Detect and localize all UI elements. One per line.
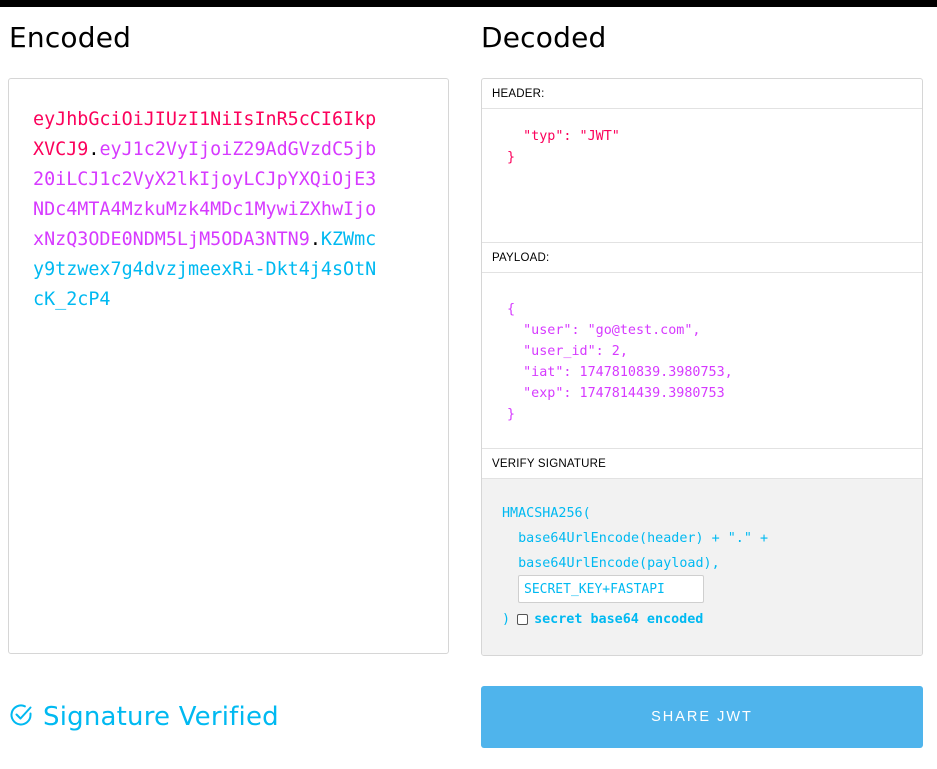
hmac-formula: HMACSHA256( base64UrlEncode(header) + ".… (502, 501, 768, 576)
verify-footer: ) secret base64 encoded (502, 609, 703, 629)
code-line: } (507, 407, 516, 422)
decoded-title: Decoded (481, 21, 607, 54)
code-line: { (507, 302, 516, 317)
top-bar (0, 0, 937, 7)
signature-status-text: Signature Verified (43, 702, 279, 732)
code-line: base64UrlEncode(payload), (502, 556, 720, 571)
payload-section-label: PAYLOAD: (482, 243, 922, 273)
payload-json-editor[interactable]: { "user": "go@test.com", "user_id": 2, "… (507, 299, 733, 425)
check-circle-icon (8, 702, 34, 733)
encoded-title: Encoded (9, 21, 132, 54)
base64-encoded-label[interactable]: secret base64 encoded (534, 612, 703, 627)
code-line: "user_id": 2, (507, 344, 628, 359)
share-jwt-button[interactable]: SHARE JWT (481, 686, 923, 748)
decoded-panel: HEADER: "typ": "JWT"} PAYLOAD: { "user":… (481, 78, 923, 656)
code-line: HMACSHA256( (502, 506, 591, 521)
encoded-token-editor[interactable]: eyJhbGciOiJIUzI1NiIsInR5cCI6IkpXVCJ9.eyJ… (8, 78, 449, 654)
code-line: "exp": 1747814439.3980753 (507, 386, 725, 401)
token-dot: . (88, 139, 100, 160)
code-line: "typ": "JWT" (507, 129, 620, 144)
code-line: } (507, 150, 516, 165)
code-line: "user": "go@test.com", (507, 323, 701, 338)
code-line: base64UrlEncode(header) + "." + (502, 531, 769, 546)
encoded-token-text[interactable]: eyJhbGciOiJIUzI1NiIsInR5cCI6IkpXVCJ9.eyJ… (33, 105, 378, 315)
base64-encoded-checkbox[interactable] (517, 613, 529, 625)
signature-status: Signature Verified (8, 700, 279, 734)
secret-key-input[interactable] (518, 575, 704, 603)
token-dot: . (309, 229, 321, 250)
header-json-editor[interactable]: "typ": "JWT"} (507, 126, 620, 168)
verify-section-label: VERIFY SIGNATURE (482, 449, 922, 479)
code-line: "iat": 1747810839.3980753, (507, 365, 733, 380)
closing-paren: ) (502, 611, 511, 627)
header-section-label: HEADER: (482, 79, 922, 109)
